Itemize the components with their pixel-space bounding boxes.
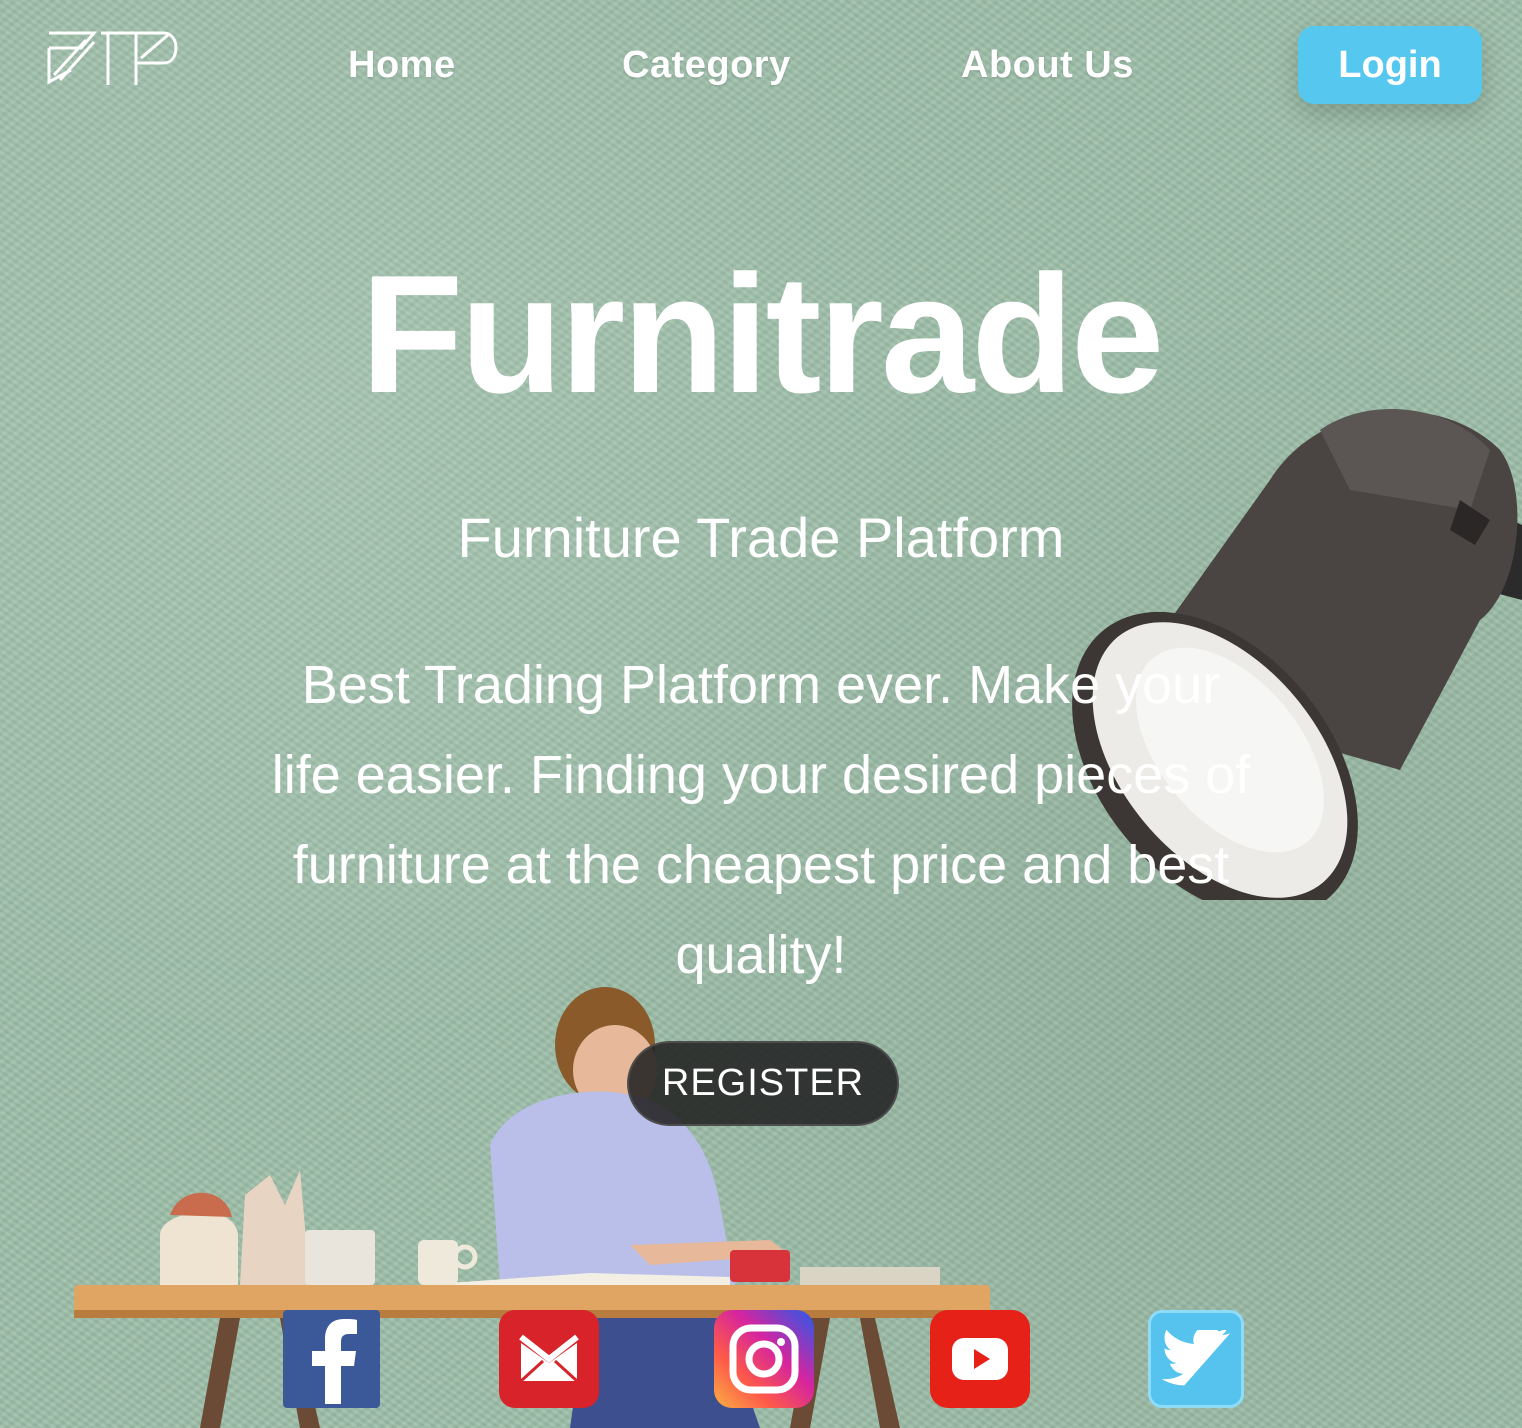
youtube-icon[interactable] <box>930 1310 1030 1408</box>
bird-icon <box>1161 1330 1231 1386</box>
page-title: Furnitrade <box>360 240 1165 428</box>
play-icon <box>952 1338 1008 1380</box>
ftp-logo[interactable] <box>46 30 182 88</box>
login-button[interactable]: Login <box>1298 26 1482 104</box>
nav-link-about-us[interactable]: About Us <box>961 44 1134 87</box>
facebook-f-icon <box>311 1319 357 1404</box>
hero-description: Best Trading Platform ever. Make your li… <box>271 655 1251 985</box>
envelope-icon <box>519 1334 579 1383</box>
twitter-icon[interactable] <box>1148 1310 1244 1408</box>
camera-icon <box>729 1324 799 1394</box>
register-button[interactable]: REGISTER <box>627 1041 899 1126</box>
facebook-icon[interactable] <box>283 1310 380 1408</box>
nav-link-category[interactable]: Category <box>622 44 791 87</box>
hero-tagline: Furniture Trade Platform <box>457 506 1065 569</box>
nav-link-home[interactable]: Home <box>348 44 456 87</box>
gmail-icon[interactable] <box>499 1310 599 1408</box>
instagram-icon[interactable] <box>714 1310 814 1408</box>
